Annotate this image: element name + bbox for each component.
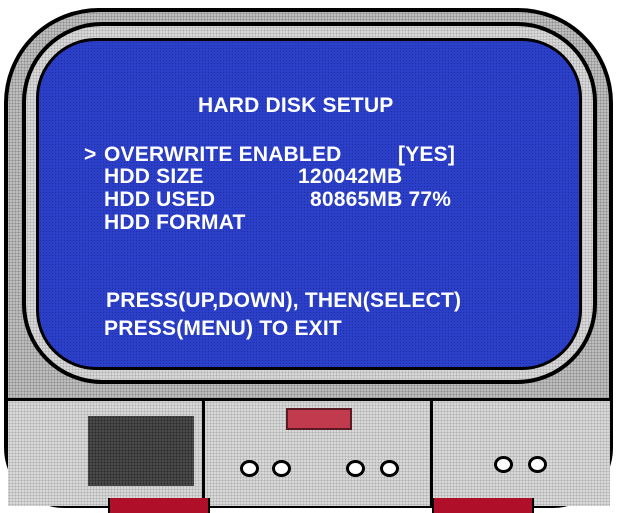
knob-button[interactable] <box>528 456 547 473</box>
menu-value-overwrite[interactable]: [YES] <box>398 144 455 166</box>
knob-button[interactable] <box>240 460 259 477</box>
menu-cursor-icon: > <box>84 143 97 166</box>
osd-title: HARD DISK SETUP <box>198 94 394 117</box>
menu-value-hdd-size: 120042MB <box>298 165 403 188</box>
knob-button[interactable] <box>380 460 399 477</box>
monitor-foot <box>108 498 210 513</box>
knob-button[interactable] <box>494 456 513 473</box>
panel-divider <box>430 398 433 508</box>
hint-exit: PRESS(MENU) TO EXIT <box>104 317 342 340</box>
knob-button[interactable] <box>346 460 365 477</box>
hint-navigate: PRESS(UP,DOWN), THEN(SELECT) <box>106 289 462 312</box>
monitor-foot <box>432 498 534 513</box>
knob-button[interactable] <box>272 460 291 477</box>
menu-item-hdd-used[interactable]: HDD USED <box>104 189 215 211</box>
menu-item-overwrite[interactable]: OVERWRITE ENABLED <box>104 144 342 166</box>
panel-divider <box>202 398 205 508</box>
menu-item-hdd-size[interactable]: HDD SIZE <box>104 166 204 188</box>
speaker-grille <box>88 416 194 486</box>
menu-item-hdd-format[interactable]: HDD FORMAT <box>104 212 246 234</box>
power-indicator-light <box>286 408 352 430</box>
menu-value-hdd-used: 80865MB 77% <box>310 188 452 211</box>
